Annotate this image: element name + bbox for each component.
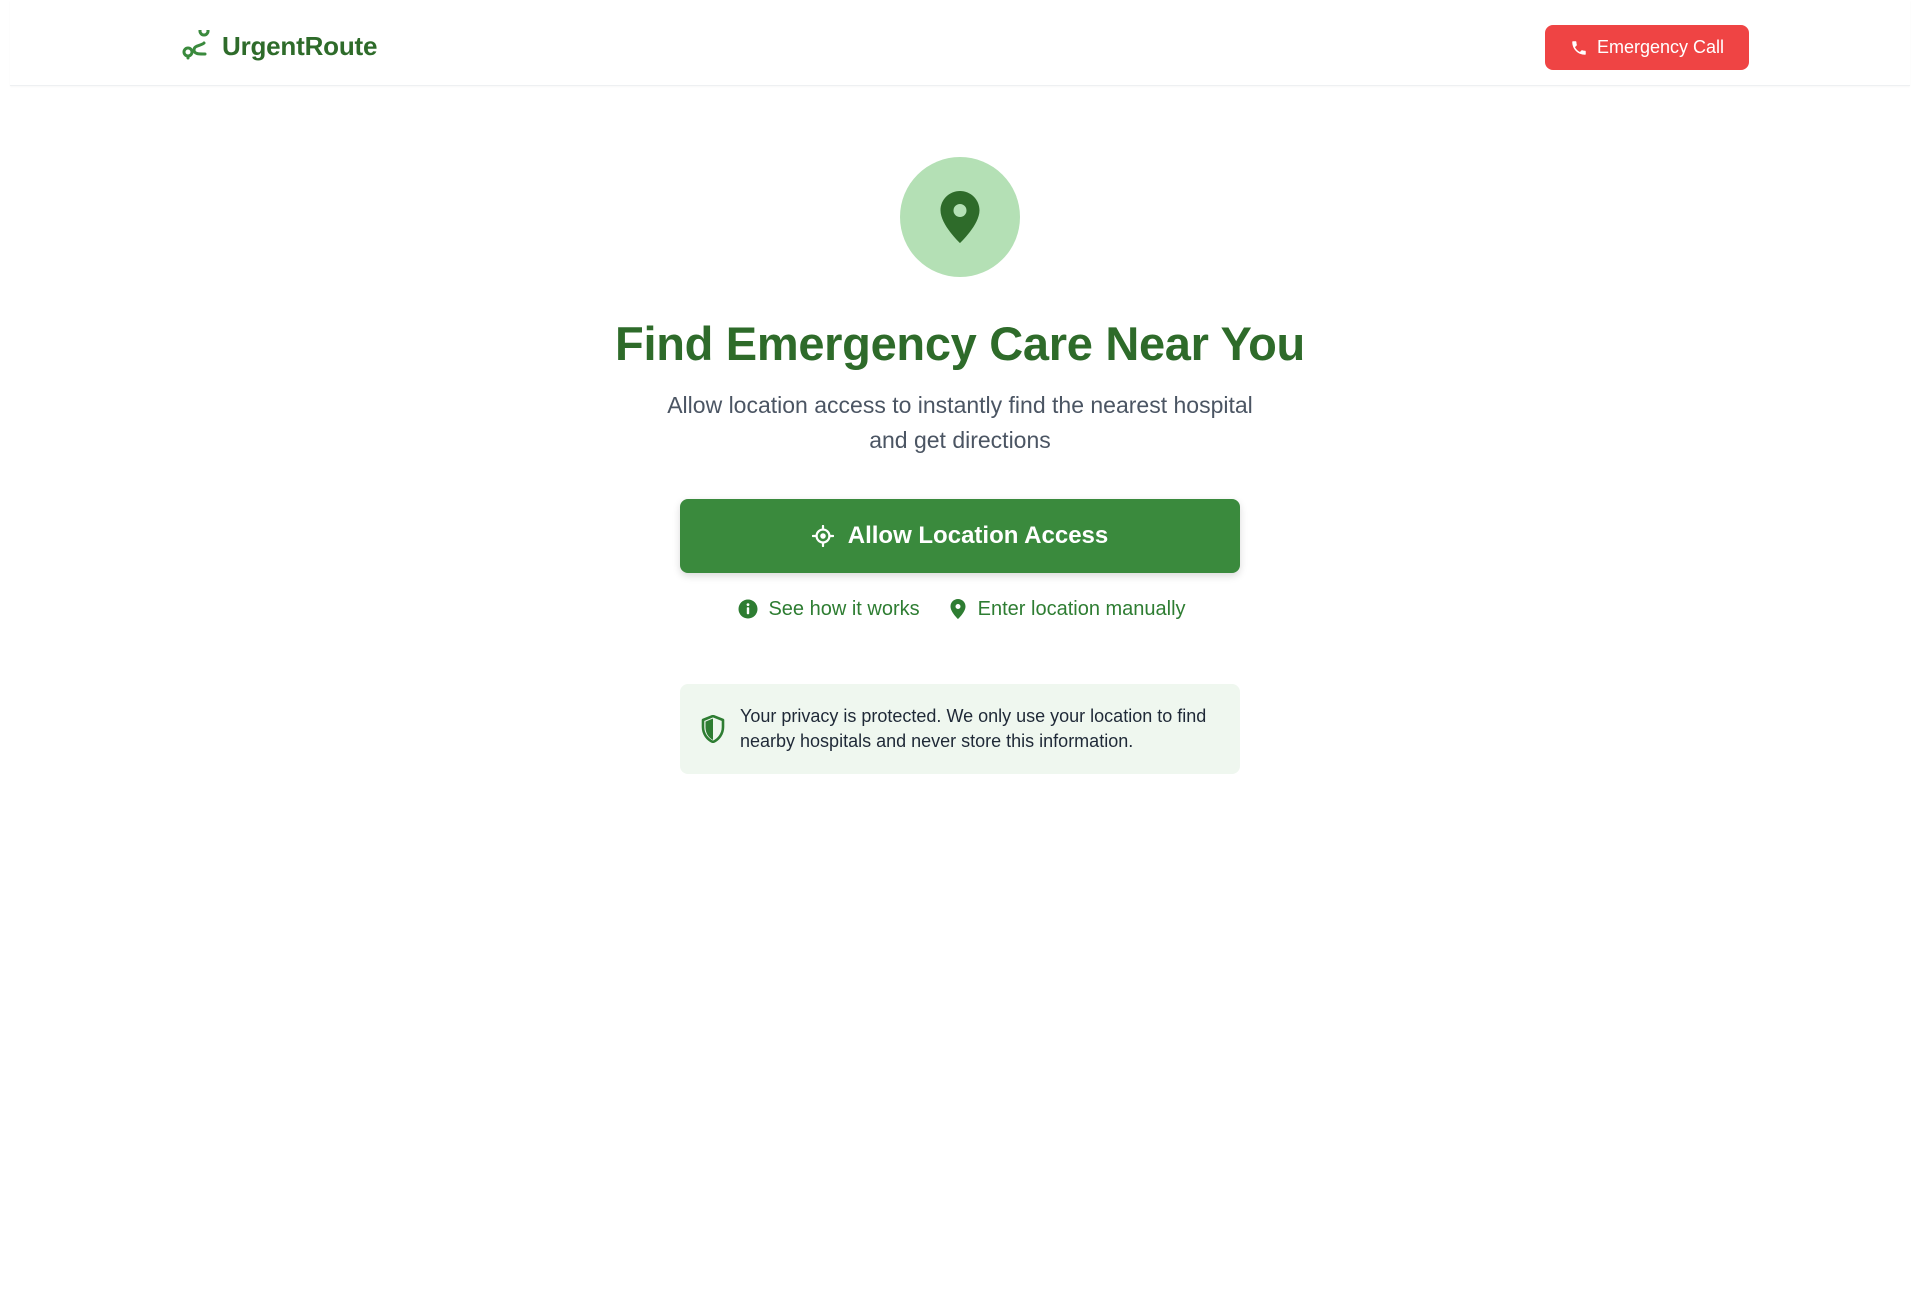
secondary-links: See how it works Enter location manually [0, 594, 1920, 624]
enter-location-manually-label: Enter location manually [977, 597, 1186, 620]
info-icon [738, 599, 758, 619]
crosshair-icon [811, 525, 834, 547]
emergency-call-label: Emergency Call [1596, 37, 1725, 57]
hero-location-badge [900, 157, 1020, 277]
route-icon [182, 30, 210, 60]
allow-location-button[interactable]: Allow Location Access [680, 499, 1240, 573]
how-it-works-label: See how it works [768, 597, 920, 620]
page-title: Find Emergency Care Near You [615, 317, 1305, 370]
how-it-works-link[interactable]: See how it works [738, 594, 920, 624]
shield-icon [701, 715, 725, 743]
privacy-text: Your privacy is protected. We only use y… [740, 706, 1207, 751]
privacy-notice: Your privacy is protected. We only use y… [680, 684, 1240, 774]
brand-name: UrgentRoute [222, 30, 378, 61]
brand-logo-link[interactable]: UrgentRoute [180, 28, 377, 64]
page-subtitle: Allow location access to instantly find … [667, 392, 1253, 453]
map-pin-icon [950, 599, 966, 619]
enter-location-manually-link[interactable]: Enter location manually [948, 594, 1186, 624]
phone-icon [1572, 40, 1586, 55]
map-pin-icon [940, 191, 980, 243]
emergency-call-button[interactable]: Emergency Call [1545, 25, 1749, 70]
top-header: UrgentRoute Emergency Call [10, 0, 1910, 86]
allow-location-label: Allow Location Access [847, 522, 1109, 549]
